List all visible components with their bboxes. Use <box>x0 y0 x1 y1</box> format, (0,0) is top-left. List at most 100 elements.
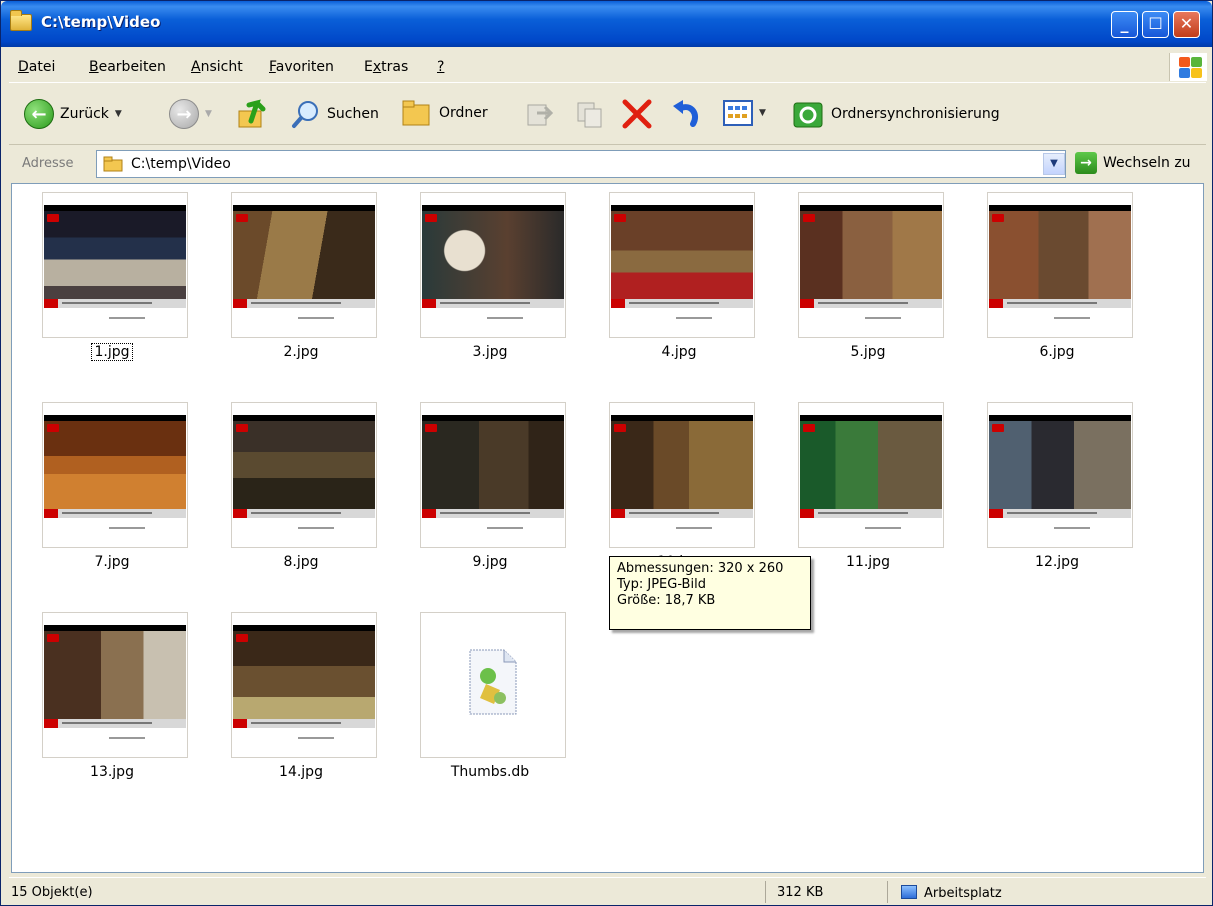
file-view[interactable]: 1.jpg 2.jpg 3.jpg 4.jpg 5.jpg 6.jpg 7.jpg 8.jpg… <box>11 183 1204 873</box>
file-name[interactable]: 5.jpg <box>778 344 958 360</box>
image-preview <box>44 415 186 523</box>
cnn-logo-icon <box>47 214 59 222</box>
folder-icon <box>10 10 32 31</box>
cnn-logo-icon <box>992 424 1004 432</box>
move-to-icon <box>527 104 554 126</box>
search-icon <box>292 101 318 128</box>
forward-dropdown-icon: ▼ <box>205 109 212 119</box>
cnn-logo-icon <box>614 424 626 432</box>
image-preview <box>800 205 942 313</box>
up-folder-button[interactable] <box>237 97 269 131</box>
image-preview <box>422 415 564 523</box>
menu-favoriten[interactable]: Favoriten <box>269 59 334 75</box>
go-button[interactable]: → Wechseln zu <box>1075 152 1191 174</box>
go-label: Wechseln zu <box>1103 155 1191 171</box>
menu-bearbeiten[interactable]: Bearbeiten <box>89 59 166 75</box>
tooltip-dimensions: Abmessungen: 320 x 260 <box>617 561 784 576</box>
go-arrow-icon: → <box>1075 152 1097 174</box>
search-button[interactable]: Suchen <box>291 99 379 129</box>
image-preview <box>989 415 1131 523</box>
file-thumbnail[interactable] <box>987 192 1133 338</box>
cnn-logo-icon <box>236 214 248 222</box>
status-bar: 15 Objekt(e) 312 KB Arbeitsplatz <box>9 877 1206 905</box>
address-input[interactable]: C:\temp\Video ▼ <box>96 150 1066 178</box>
thumbs-db-file-icon <box>469 649 517 715</box>
image-preview <box>233 205 375 313</box>
address-dropdown-button[interactable]: ▼ <box>1043 153 1065 175</box>
file-thumbnail[interactable] <box>609 402 755 548</box>
file-thumbnail[interactable] <box>231 192 377 338</box>
file-thumbnail[interactable] <box>231 402 377 548</box>
copy-to-icon <box>577 102 602 128</box>
image-preview <box>800 415 942 523</box>
cnn-logo-icon <box>47 424 59 432</box>
file-name[interactable]: 13.jpg <box>22 764 202 780</box>
back-button[interactable]: ← Zurück ▼ <box>24 99 122 129</box>
cnn-logo-icon <box>992 214 1004 222</box>
undo-button[interactable] <box>669 98 701 130</box>
file-thumbnail[interactable] <box>798 402 944 548</box>
back-arrow-icon: ← <box>24 99 54 129</box>
menu-ansicht[interactable]: Ansicht <box>191 59 243 75</box>
address-bar: Adresse C:\temp\Video ▼ → Wechseln zu <box>9 147 1206 181</box>
file-thumbnail[interactable] <box>420 192 566 338</box>
file-thumbnail[interactable] <box>42 612 188 758</box>
file-thumbnail[interactable] <box>231 612 377 758</box>
folders-button[interactable]: Ordner <box>401 99 488 127</box>
file-name[interactable]: 2.jpg <box>211 344 391 360</box>
image-preview <box>44 625 186 733</box>
file-name[interactable]: 9.jpg <box>400 554 580 570</box>
views-button[interactable]: ▼ <box>723 99 766 127</box>
delete-button[interactable] <box>621 98 653 130</box>
title-bar[interactable]: C:\temp\Video _ ☐ ✕ <box>1 1 1212 47</box>
image-preview <box>233 415 375 523</box>
file-thumbnail[interactable] <box>609 192 755 338</box>
views-dropdown-icon[interactable]: ▼ <box>759 108 766 118</box>
image-preview <box>44 205 186 313</box>
cnn-logo-icon <box>425 214 437 222</box>
address-path: C:\temp\Video <box>131 156 231 172</box>
back-dropdown-icon[interactable]: ▼ <box>115 109 122 119</box>
search-label: Suchen <box>327 106 379 122</box>
menu-help[interactable]: ? <box>437 59 444 75</box>
file-name[interactable]: 7.jpg <box>22 554 202 570</box>
back-label: Zurück <box>60 106 109 122</box>
folder-sync-button[interactable]: Ordnersynchronisierung <box>793 99 1000 129</box>
folder-sync-label: Ordnersynchronisierung <box>831 106 1000 122</box>
file-name[interactable]: 1.jpg <box>22 343 202 361</box>
menu-extras[interactable]: Extras <box>364 59 408 75</box>
file-name[interactable]: 12.jpg <box>967 554 1147 570</box>
undo-icon <box>673 100 699 127</box>
cnn-logo-icon <box>614 214 626 222</box>
cnn-logo-icon <box>425 424 437 432</box>
file-thumbnail[interactable] <box>420 402 566 548</box>
cnn-logo-icon <box>47 634 59 642</box>
menu-bar: Datei Bearbeiten Ansicht Favoriten Extra… <box>9 51 1207 83</box>
file-name[interactable]: 4.jpg <box>589 344 769 360</box>
file-thumbnail[interactable] <box>42 192 188 338</box>
status-object-count: 15 Objekt(e) <box>11 885 93 900</box>
file-name[interactable]: 3.jpg <box>400 344 580 360</box>
file-thumbnail[interactable] <box>987 402 1133 548</box>
file-name[interactable]: 14.jpg <box>211 764 391 780</box>
file-info-tooltip: Abmessungen: 320 x 260 Typ: JPEG-Bild Gr… <box>609 556 811 630</box>
file-name[interactable]: 8.jpg <box>211 554 391 570</box>
file-thumbnail[interactable] <box>42 402 188 548</box>
move-to-button <box>525 99 555 129</box>
status-size: 312 KB <box>777 885 824 900</box>
folders-icon <box>402 100 430 126</box>
file-thumbnail[interactable] <box>798 192 944 338</box>
menu-datei[interactable]: Datei <box>18 59 55 75</box>
close-button[interactable]: ✕ <box>1173 11 1200 38</box>
copy-to-button <box>575 99 605 129</box>
computer-icon <box>901 885 917 899</box>
tooltip-size: Größe: 18,7 KB <box>617 593 716 608</box>
forward-button[interactable]: → ▼ <box>169 99 212 129</box>
cnn-logo-icon <box>236 424 248 432</box>
minimize-button[interactable]: _ <box>1111 11 1138 38</box>
maximize-button[interactable]: ☐ <box>1142 11 1169 38</box>
file-name[interactable]: Thumbs.db <box>400 764 580 780</box>
file-thumbnail[interactable] <box>420 612 566 758</box>
status-zone: Arbeitsplatz <box>901 885 1002 901</box>
file-name[interactable]: 6.jpg <box>967 344 1147 360</box>
